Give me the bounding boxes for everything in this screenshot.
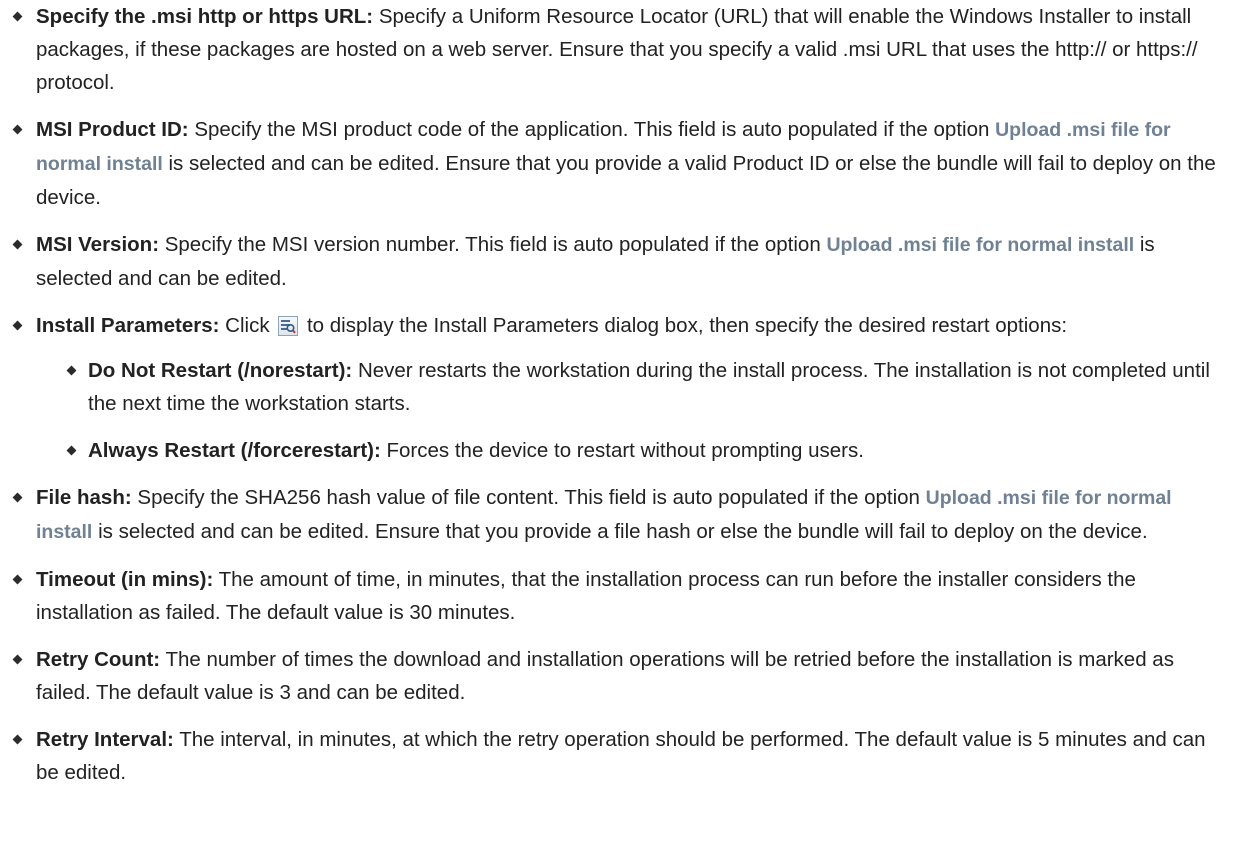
item-description: Forces the device to restart without pro… <box>386 439 864 462</box>
diamond-bullet-icon <box>66 445 77 456</box>
item-description-continued: is selected and can be edited. Ensure th… <box>36 152 1216 209</box>
diamond-bullet-icon <box>12 654 23 665</box>
diamond-bullet-icon <box>12 574 23 585</box>
diamond-bullet-icon <box>12 239 23 250</box>
item-description: Specify the MSI version number. This fie… <box>164 233 821 256</box>
term-label: Retry Count: <box>36 648 161 671</box>
item-description-continued: is selected and can be edited. Ensure th… <box>98 520 1148 543</box>
list-item-msi-version: MSI Version: Specify the MSI version num… <box>0 228 1220 295</box>
list-item-retry-count: Retry Count: The number of times the dow… <box>0 643 1220 709</box>
list-item-retry-interval: Retry Interval: The interval, in minutes… <box>0 723 1220 789</box>
document-body: Specify the .msi http or https URL: Spec… <box>0 0 1242 867</box>
item-description: Specify the MSI product code of the appl… <box>194 118 990 141</box>
item-description: The interval, in minutes, at which the r… <box>36 728 1206 784</box>
diamond-bullet-icon <box>12 492 23 503</box>
sub-item-do-not-restart: Do Not Restart (/norestart): Never resta… <box>58 354 1220 420</box>
term-label: Always Restart (/forcerestart): <box>88 439 381 462</box>
term-label: Do Not Restart (/norestart): <box>88 359 353 382</box>
term-label: Specify the .msi http or https URL: <box>36 5 374 28</box>
item-description: The number of times the download and ins… <box>36 648 1174 704</box>
item-description-continued: to display the Install Parameters dialog… <box>306 314 1068 337</box>
term-label: MSI Version: <box>36 233 160 256</box>
item-description: Click <box>225 314 270 337</box>
restart-options-list: Do Not Restart (/norestart): Never resta… <box>36 354 1220 467</box>
sub-item-always-restart: Always Restart (/forcerestart): Forces t… <box>58 434 1220 467</box>
diamond-bullet-icon <box>12 320 23 331</box>
diamond-bullet-icon <box>12 734 23 745</box>
list-item-msi-url: Specify the .msi http or https URL: Spec… <box>0 0 1220 99</box>
list-item-install-parameters: Install Parameters: Click to display the… <box>0 309 1220 467</box>
term-label: MSI Product ID: <box>36 118 189 141</box>
diamond-bullet-icon <box>66 365 77 376</box>
install-parameters-icon <box>278 316 299 336</box>
ui-option-reference: Upload .msi file for normal install <box>826 234 1135 256</box>
parameter-list: Specify the .msi http or https URL: Spec… <box>0 0 1220 789</box>
diamond-bullet-icon <box>12 124 23 135</box>
term-label: Install Parameters: <box>36 314 220 337</box>
term-label: Timeout (in mins): <box>36 568 214 591</box>
list-item-file-hash: File hash: Specify the SHA256 hash value… <box>0 481 1220 549</box>
item-description: Specify the SHA256 hash value of file co… <box>137 486 920 509</box>
term-label: File hash: <box>36 486 132 509</box>
term-label: Retry Interval: <box>36 728 174 751</box>
diamond-bullet-icon <box>12 11 23 22</box>
list-item-msi-product-id: MSI Product ID: Specify the MSI product … <box>0 113 1220 214</box>
list-item-timeout: Timeout (in mins): The amount of time, i… <box>0 563 1220 629</box>
